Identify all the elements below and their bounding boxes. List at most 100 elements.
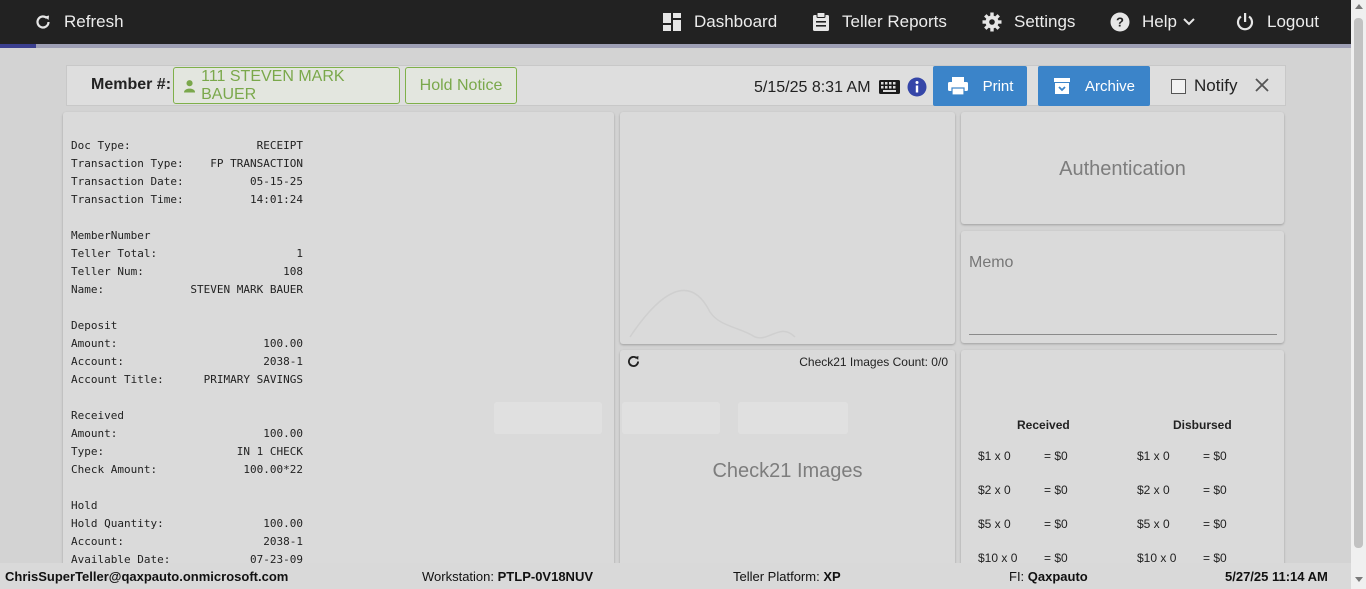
receipt-line [71,391,303,407]
platform-label: Teller Platform: [733,569,820,584]
top-nav: Refresh Dashboard Teller Reports Setting… [0,0,1351,44]
receipt-line-key: Type: [71,445,105,458]
receipt-line: Account Title: PRIMARY SAVINGS [71,373,303,389]
receipt-line-key: Hold [71,499,98,512]
disbursed-total: = $0 [1203,483,1227,497]
receipt-line-value: FP TRANSACTION [210,157,303,170]
receipt-line: Received [71,409,303,425]
chevron-down-icon [1183,18,1195,26]
status-bar: ChrisSuperTeller@qaxpauto.onmicrosoft.co… [0,563,1351,589]
workstation-info: Workstation: PTLP-0V18NUV [422,569,593,584]
receipt-line: Type: IN 1 CHECK [71,445,303,461]
refresh-icon [36,15,50,29]
hold-notice-button[interactable]: Hold Notice [405,67,517,104]
scroll-up-arrow[interactable] [1355,4,1363,9]
receipt-line-key: Hold Quantity: [71,517,164,530]
archive-button[interactable]: Archive [1038,66,1150,106]
check21-title: Check21 Images [712,460,863,482]
close-icon[interactable] [1255,78,1269,92]
settings-label: Settings [1014,12,1076,31]
receipt-line-value: RECEIPT [256,139,303,152]
receipt-line: Hold [71,499,303,515]
receipt-line-value: 100.00 [263,517,303,530]
cash-summary-panel: Received Disbursed $1 x 0 = $0 $2 x 0 = $0 $… [961,350,1284,572]
receipt-line-value: 2038-1 [263,535,303,548]
receipt-line: Amount: 100.00 [71,337,303,353]
clipboard-icon [813,12,829,31]
received-denomination: $1 x 0 [978,449,1011,463]
notify-checkbox[interactable] [1171,79,1186,94]
refresh-icon[interactable] [626,354,641,369]
keyboard-icon[interactable] [879,80,900,94]
printer-icon [947,77,968,96]
user-email: ChrisSuperTeller@qaxpauto.onmicrosoft.co… [5,569,289,584]
received-denomination: $5 x 0 [978,517,1011,531]
receipt-line-value: 2038-1 [263,355,303,368]
received-total: = $0 [1044,483,1068,497]
receipt-line-key: Amount: [71,337,118,350]
authentication-panel: Authentication [961,112,1284,224]
status-datetime: 5/27/25 11:14 AM [1225,569,1328,584]
teller-reports-link[interactable]: Teller Reports [812,0,947,44]
receipt-line-value: 100.00 [263,337,303,350]
receipt-line: Doc Type: RECEIPT [71,139,303,155]
receipt-line-value: STEVEN MARK BAUER [190,283,303,296]
receipt-line: Transaction Time: 14:01:24 [71,193,303,209]
scrollbar-thumb[interactable] [1354,18,1363,548]
memo-panel[interactable]: Memo [961,231,1284,343]
member-name-button[interactable]: 111 STEVEN MARK BAUER [173,67,400,104]
receipt-line-value: IN 1 CHECK [236,445,303,458]
session-datetime: 5/15/25 8:31 AM [754,79,871,96]
receipt-line: Check Amount: 100.00*22 [71,463,303,479]
receipt-line-key: Teller Total: [71,247,158,260]
dashboard-label: Dashboard [694,12,778,31]
check21-count: Check21 Images Count: 0/0 [799,355,948,369]
dashboard-link[interactable]: Dashboard [662,0,777,44]
disbursed-denomination: $2 x 0 [1137,483,1170,497]
workstation-label: Workstation: [422,569,495,584]
info-icon[interactable] [907,77,927,97]
receipt-line-value: 1 [296,247,303,260]
archive-box-icon [1053,78,1070,94]
receipt-line: Deposit [71,319,303,335]
receipt-panel: Doc Type: RECEIPT Transaction Type: FP TRAN… [63,112,614,572]
question-circle-icon: ? [1110,12,1130,32]
logout-button[interactable]: Logout [1235,0,1319,44]
receipt-line-key: Transaction Date: [71,175,184,188]
logout-label: Logout [1267,12,1319,31]
receipt-line: Hold Quantity: 100.00 [71,517,303,533]
receipt-line-key: Amount: [71,427,118,440]
power-icon [1236,13,1254,31]
scroll-down-arrow[interactable] [1355,577,1363,582]
print-button[interactable]: Print [933,66,1027,106]
receipt-line-value: PRIMARY SAVINGS [203,373,303,386]
receipt-line-key: Deposit [71,319,118,332]
platform-value: XP [823,569,841,584]
receipt-line: Account: 2038-1 [71,355,303,371]
receipt-line: Name: STEVEN MARK BAUER [71,283,303,299]
disbursed-total: = $0 [1203,517,1227,531]
receipt-line-value: 108 [283,265,303,278]
receipt-line-value: 05-15-25 [250,175,303,188]
receipt-line-value: 100.00*22 [243,463,303,476]
receipt-line: Teller Num: 108 [71,265,303,281]
signature-graphic [629,289,796,339]
receipt-line: Transaction Type: FP TRANSACTION [71,157,303,173]
received-total: = $0 [1044,517,1068,531]
nav-accent-bar [0,44,1351,48]
help-menu[interactable]: ? Help [1110,0,1195,44]
disbursed-header: Disbursed [1173,418,1232,432]
member-number-label: Member #: [91,76,172,93]
receipt-line [71,481,303,497]
received-header: Received [1017,418,1070,432]
received-denomination: $2 x 0 [978,483,1011,497]
receipt-line [71,211,303,227]
page-scrollbar[interactable] [1351,0,1366,589]
receipt-line-key: Doc Type: [71,139,131,152]
fi-info: FI: Qaxpauto [1009,569,1088,584]
settings-link[interactable]: Settings [982,0,1075,44]
refresh-button[interactable]: Refresh [34,0,124,44]
fi-label: FI: [1009,569,1025,584]
hold-notice-label: Hold Notice [419,76,503,94]
receipt-line-key: Account: [71,355,124,368]
